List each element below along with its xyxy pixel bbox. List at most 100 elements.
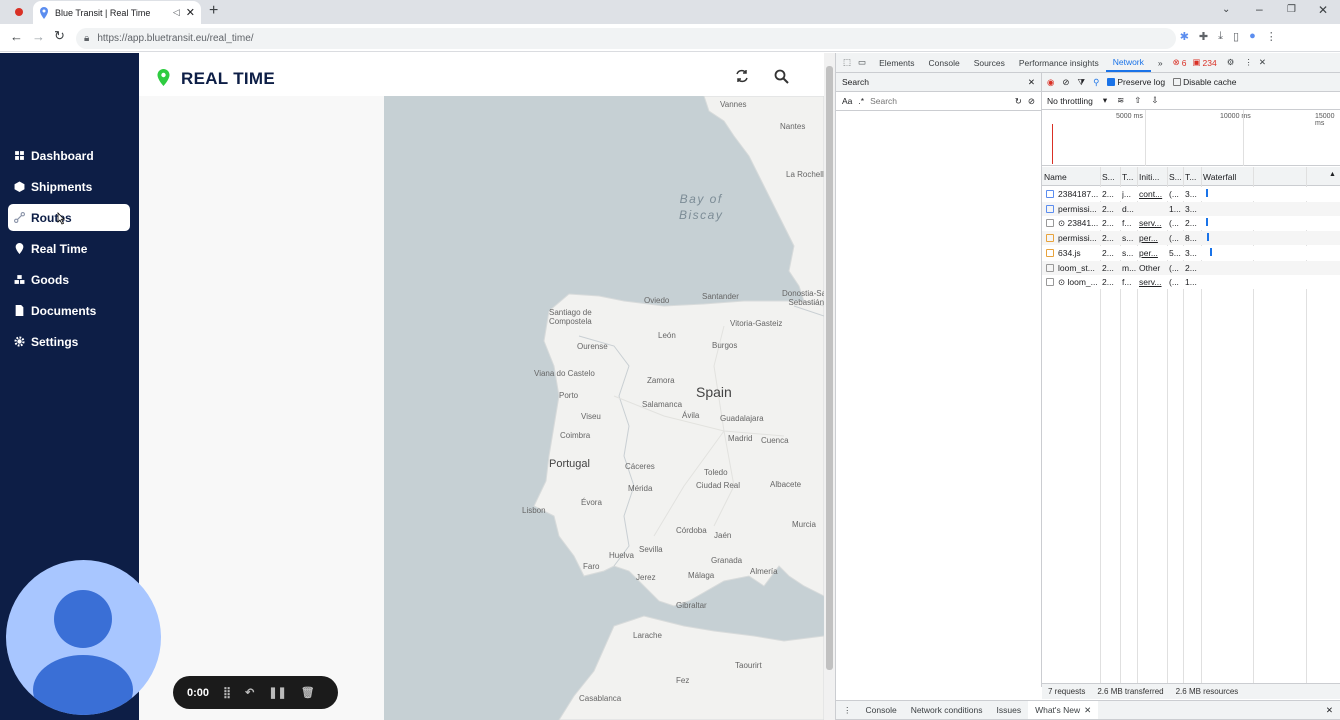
error-count-badge[interactable]: ⊗ 6 [1170,57,1190,68]
drawer-menu-icon[interactable]: ⋮ [836,705,859,716]
column-header[interactable]: Name [1044,172,1100,182]
network-status-bar: 7 requests 2.6 MB transferred 2.6 MB res… [1042,683,1340,699]
pause-icon[interactable]: ❚❚ [268,686,286,699]
delete-icon[interactable]: 🗑︎ [301,686,315,699]
sidepanel-icon[interactable]: ▯ [1233,30,1239,43]
filter-icon[interactable]: ⧩ [1078,77,1086,88]
dropdown-arrow-icon[interactable]: ▾ [1103,95,1107,106]
new-tab-icon[interactable]: + [209,2,218,20]
tab-console[interactable]: Console [922,58,967,68]
table-cell[interactable]: per... [1139,248,1167,258]
sidebar-item-shipments[interactable]: Shipments [8,173,130,200]
dashboard-icon [15,151,24,160]
table-cell: f... [1122,277,1132,288]
browser-tab[interactable]: Blue Transit | Real Time ◁ ✕ [33,1,201,24]
tab-elements[interactable]: Elements [872,58,921,68]
clear-log-icon[interactable]: ⊘ [1062,77,1069,88]
chrome-menu-icon[interactable]: ⋮ [1266,30,1277,43]
extension-blue-icon[interactable]: ✱ [1180,30,1189,43]
table-cell[interactable]: per... [1139,233,1167,243]
device-toolbar-icon[interactable]: ▭ [858,57,872,68]
import-har-icon[interactable]: ⇧ [1134,95,1141,106]
maximize-icon[interactable]: ❐ [1287,4,1296,15]
profile-avatar-icon[interactable]: ● [1249,30,1256,43]
column-header[interactable]: S... [1102,172,1120,182]
clear-search-icon[interactable]: ⊘ [1028,96,1035,107]
devtools-close-icon[interactable]: ✕ [1256,57,1269,68]
search-icon[interactable]: ⚲ [1093,77,1099,88]
map-label-sevilla: Sevilla [639,545,663,554]
column-header[interactable]: S... [1169,172,1183,182]
drawer-tab-console[interactable]: Console [859,705,904,715]
map-label-taourirt: Taourirt [735,661,762,670]
sidebar-item-goods[interactable]: Goods [8,266,130,293]
refresh-icon[interactable] [735,69,749,83]
network-conditions-icon[interactable]: ≋ [1117,95,1124,106]
grid-icon[interactable]: ⣿ [223,686,231,699]
throttling-select[interactable]: No throttling [1047,96,1093,106]
sidebar-item-routes[interactable]: Routes [8,204,130,231]
drawer-tab-close-icon[interactable]: ✕ [1084,705,1091,716]
sidebar-item-dashboard[interactable]: Dashboard [8,142,130,169]
sidebar-item-real-time[interactable]: Real Time [8,235,130,262]
warning-count-badge[interactable]: ▣ 234 [1190,57,1220,68]
address-bar[interactable]: 🔒︎ https://app.bluetransit.eu/real_time/ [76,28,1176,49]
match-case-toggle[interactable]: Aa [842,96,852,106]
table-cell[interactable]: cont... [1139,189,1167,199]
settings-gear-icon[interactable]: ⚙ [1220,57,1242,68]
preserve-log-checkbox[interactable]: Preserve log [1107,77,1165,87]
network-toolbar: ◉ ⊘ ⧩ ⚲ Preserve log Disable cache [1042,73,1340,92]
tab-search-icon[interactable]: ⌄ [1222,4,1230,15]
map-canvas[interactable] [384,96,824,720]
export-har-icon[interactable]: ⇩ [1151,95,1158,106]
regex-toggle[interactable]: .* [858,96,864,106]
drawer-tab-whats-new[interactable]: What's New ✕ [1028,701,1099,719]
drawer-tab-issues[interactable]: Issues [990,705,1029,715]
column-header[interactable]: Initi... [1139,172,1167,182]
reload-icon[interactable]: ↻ [54,28,65,44]
page-scrollbar-thumb[interactable] [826,66,833,670]
mute-icon[interactable]: ◁ [173,7,180,18]
column-header[interactable]: T... [1122,172,1137,182]
waterfall-bar [1206,218,1208,227]
undo-icon[interactable]: ↶ [245,686,254,699]
tab-close-icon[interactable]: ✕ [186,6,195,19]
network-overview[interactable]: 5000 ms 10000 ms 15000 ms [1042,110,1340,166]
search-input[interactable] [870,94,1009,108]
minimize-icon[interactable]: – [1256,2,1263,16]
column-header[interactable]: Waterfall [1203,172,1340,182]
table-cell[interactable]: Other [1139,263,1167,273]
drawer-tab-network-conditions[interactable]: Network conditions [904,705,990,715]
checkbox-unchecked-icon [1173,78,1182,86]
tab-network[interactable]: Network [1105,53,1151,72]
refresh-search-icon[interactable]: ↻ [1015,96,1022,107]
inspect-element-icon[interactable]: ⬚ [836,57,858,68]
devtools-drawer-tabs: ⋮ Console Network conditions Issues What… [836,700,1340,720]
sort-ascending-icon[interactable]: ▲ [1329,171,1336,178]
sidebar-item-settings[interactable]: Settings [8,328,130,355]
record-indicator-icon [15,8,23,16]
map-view[interactable]: Bay of Biscay Spain Portugal Vannes Nante… [384,96,824,720]
disable-cache-checkbox[interactable]: Disable cache [1173,77,1236,87]
window-close-icon[interactable]: ✕ [1318,3,1328,17]
sidebar-item-label: Real Time [31,241,88,256]
sidebar-item-label: Dashboard [31,148,94,163]
downloads-icon[interactable]: ⤓ [1218,30,1223,43]
devtools-menu-icon[interactable]: ⋮ [1241,57,1256,68]
search-icon[interactable] [774,69,789,84]
url-text: https://app.bluetransit.eu/real_time/ [97,33,254,44]
tab-sources[interactable]: Sources [967,58,1012,68]
table-cell[interactable]: serv... [1139,218,1167,228]
sidebar-item-documents[interactable]: Documents [8,297,130,324]
extensions-puzzle-icon[interactable]: ✚ [1199,30,1208,43]
drawer-close-icon[interactable]: ✕ [1326,705,1340,716]
search-close-icon[interactable]: ✕ [1028,77,1035,88]
more-tabs-icon[interactable]: » [1151,58,1170,68]
table-cell[interactable]: serv... [1139,277,1167,287]
record-button-icon[interactable]: ◉ [1047,77,1054,88]
map-label-ciudad-real: Ciudad Real [696,481,741,490]
tab-performance-insights[interactable]: Performance insights [1012,58,1106,68]
forward-icon[interactable]: → [32,29,45,44]
column-header[interactable]: T... [1185,172,1201,182]
back-icon[interactable]: ← [10,29,23,44]
